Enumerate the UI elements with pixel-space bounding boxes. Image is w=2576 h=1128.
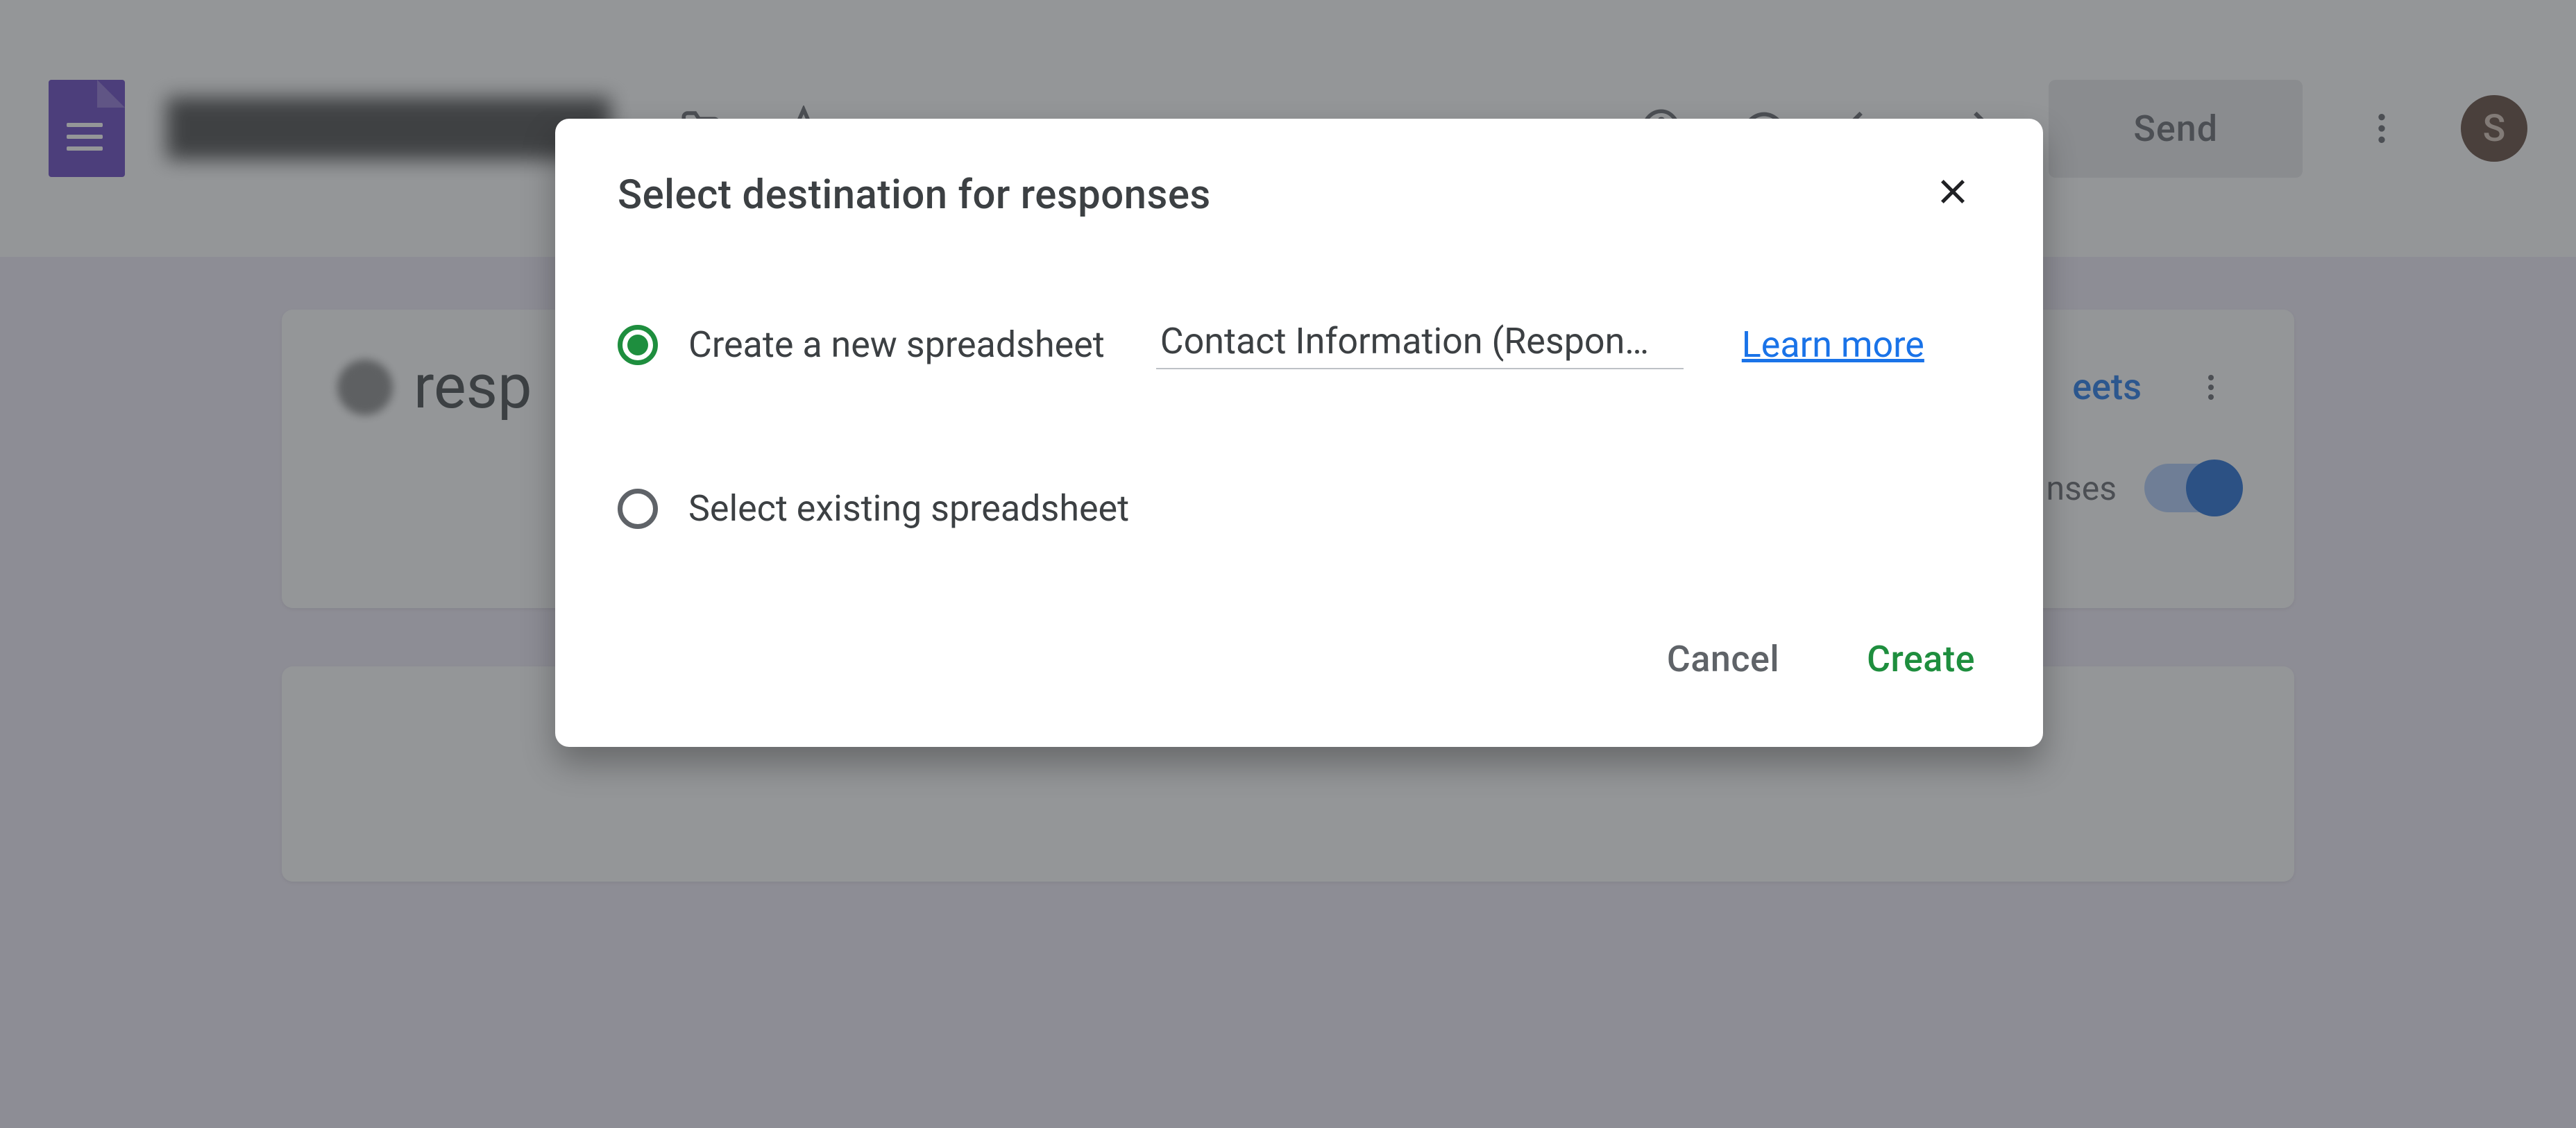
create-button[interactable]: Create xyxy=(1861,627,1981,691)
option-select-existing-label: Select existing spreadsheet xyxy=(688,487,1129,530)
option-create-new-label: Create a new spreadsheet xyxy=(688,323,1105,366)
new-spreadsheet-name-input[interactable]: Contact Information (Respon… xyxy=(1156,320,1684,369)
dialog-title: Select destination for responses xyxy=(618,171,1211,219)
option-select-existing[interactable]: Select existing spreadsheet xyxy=(618,487,1981,530)
select-destination-dialog: Select destination for responses Create … xyxy=(555,119,2043,747)
close-icon xyxy=(1935,174,1971,210)
radio-create-new[interactable] xyxy=(618,325,658,365)
learn-more-link[interactable]: Learn more xyxy=(1742,323,1924,366)
cancel-button[interactable]: Cancel xyxy=(1661,627,1785,691)
option-create-new[interactable]: Create a new spreadsheet Contact Informa… xyxy=(618,320,1981,369)
radio-select-existing[interactable] xyxy=(618,489,658,529)
dialog-close-button[interactable] xyxy=(1925,167,1981,223)
